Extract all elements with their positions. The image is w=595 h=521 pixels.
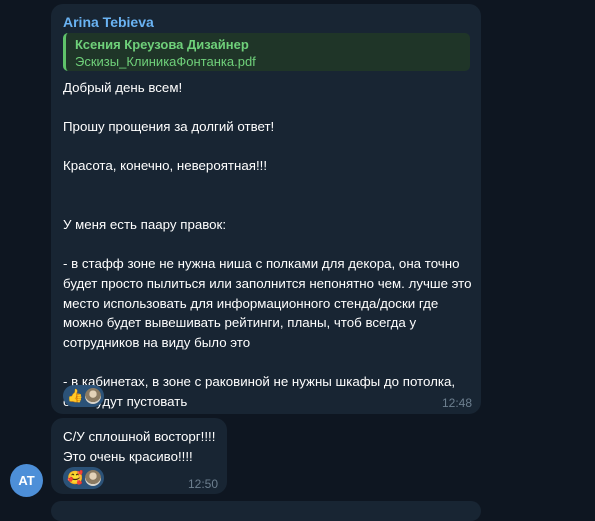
reply-file-name: Эскизы_КлиникаФонтанка.pdf [75,54,256,69]
sender-name[interactable]: Arina Tebieva [63,14,154,30]
message-text: Добрый день всем! Прошу прощения за долг… [63,80,472,409]
message-bubble[interactable]: С/У сплошной восторг!!!! Это очень краси… [51,418,227,494]
message-time: 12:50 [187,477,218,491]
sender-avatar[interactable]: AT [10,464,43,497]
message-time: 12:48 [441,396,472,410]
reply-quote[interactable]: Ксения Креузова Дизайнер Эскизы_КлиникаФ… [63,33,470,71]
reaction-thumbs-up[interactable]: 👍 [63,385,105,407]
reactor-avatar-icon [85,388,102,404]
reactions-bar: 🥰 [63,467,105,489]
thumbs-up-icon: 👍 [67,388,84,403]
reply-author: Ксения Креузова Дизайнер [75,37,249,52]
reactions-bar: 👍 [63,385,105,407]
reactor-avatar-icon [85,470,102,486]
reaction-smiling-hearts[interactable]: 🥰 [63,467,105,489]
smiling-face-with-hearts-icon: 🥰 [67,470,84,485]
message-text: С/У сплошной восторг!!!! Это очень краси… [63,429,216,464]
message-bubble[interactable]: Arina Tebieva Ксения Креузова Дизайнер Э… [51,4,481,414]
next-message-bubble[interactable] [51,501,481,521]
